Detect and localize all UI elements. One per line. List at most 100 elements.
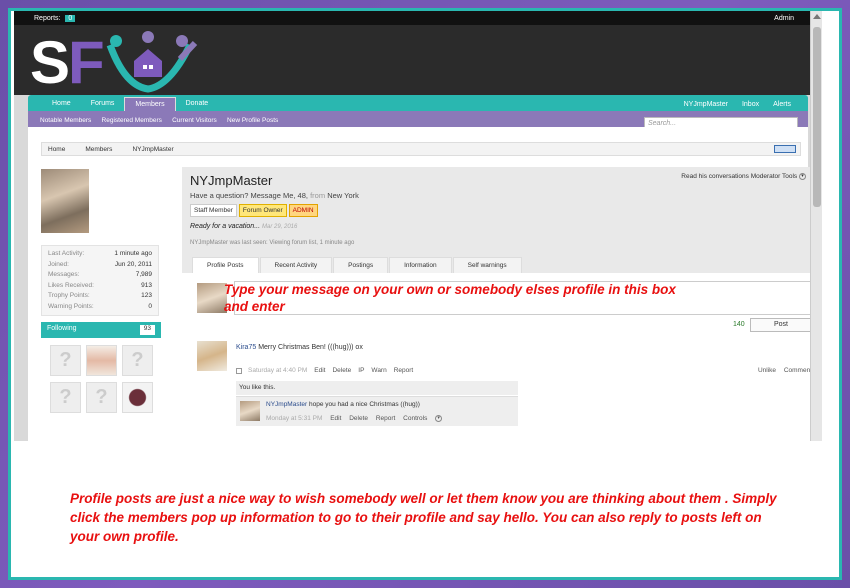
report-link[interactable]: Report [394,367,414,374]
nav-alerts-link[interactable]: Alerts [766,98,798,111]
followed-member-avatar[interactable]: ? [50,382,81,413]
tab-self-warnings[interactable]: Self warnings [452,257,522,273]
forum-owner-badge: Forum Owner [238,204,287,217]
nav-tab-donate[interactable]: Donate [176,97,219,111]
delete-link[interactable]: Delete [332,367,351,374]
admin-topbar: Reports: 0 Admin [14,11,822,25]
comment-edit-link[interactable]: Edit [330,415,341,422]
nav-tab-members[interactable]: Members [124,97,176,111]
breadcrumb: Home Members NYJmpMaster [41,142,801,156]
following-header[interactable]: Following 93 [41,322,161,338]
followed-member-avatar[interactable] [122,382,153,413]
chevron-down-icon[interactable]: ▾ [799,173,806,180]
comment-link[interactable]: Comment [784,367,812,374]
admin-badge: ADMIN [288,204,318,217]
following-label: Following [47,325,77,332]
profile-location-link[interactable]: New York [327,191,359,200]
stat-label: Trophy Points: [48,292,90,299]
reports-link[interactable]: Reports: 0 [34,14,76,22]
unlike-link[interactable]: Unlike [758,367,776,374]
comment-text: hope you had a nice Christmas ((hug)) [309,401,420,408]
site-logo[interactable]: S F [30,31,200,93]
following-grid: ? ? ? ? [50,345,160,413]
profile-subtitle: Have a question? Message Me, 48, from Ne… [190,191,359,200]
comment-message: NYJmpMaster hope you had a nice Christma… [266,401,420,408]
scroll-up-arrow-icon[interactable] [813,14,821,19]
nav-tab-forums[interactable]: Forums [81,97,125,111]
external-link-icon[interactable] [774,145,796,153]
subnav-current-visitors[interactable]: Current Visitors [172,117,217,124]
nav-inbox-link[interactable]: Inbox [735,98,766,111]
member-stats: Last Activity: 1 minute ago Joined: Jun 20… [41,245,159,316]
comment-delete-link[interactable]: Delete [349,415,368,422]
annotation-note: Type your message on your own or somebod… [224,282,676,314]
comment-actions: Monday at 5:31 PM Edit Delete Report Con… [266,415,448,422]
post-author-link[interactable]: Kira75 [236,344,256,351]
profile-name: NYJmpMaster [190,173,273,188]
vertical-scrollbar[interactable] [810,11,822,441]
status-text: Ready for a vacation... [190,223,261,230]
subnav-new-profile-posts[interactable]: New Profile Posts [227,117,278,124]
last-seen-text: NYJmpMaster was last seen: Viewing forum… [190,240,355,246]
char-counter: 140 [733,321,745,328]
followed-member-avatar[interactable]: ? [86,382,117,413]
likes-summary: You like this. [236,381,518,395]
comment-controls-link[interactable]: Controls [403,415,427,422]
admin-user-link[interactable]: Admin [774,15,794,22]
stat-value[interactable]: 7,989 [136,270,152,281]
stat-value: 1 minute ago [114,250,152,257]
profile-header: NYJmpMaster Have a question? Message Me,… [182,167,812,273]
forum-screenshot: Reports: 0 Admin S F Home Forums Members… [14,11,822,441]
read-conversations-link[interactable]: Read his conversations [681,173,749,180]
stat-value[interactable]: 123 [141,291,152,302]
chevron-down-icon[interactable]: ▾ [435,415,443,422]
nav-tab-home[interactable]: Home [42,97,81,111]
moderator-tools-link[interactable]: Moderator Tools [751,173,798,180]
followed-member-avatar[interactable] [86,345,117,376]
post-author-avatar[interactable] [197,341,227,371]
nav-user-link[interactable]: NYJmpMaster [677,98,735,111]
post-button[interactable]: Post [750,318,812,332]
comment-time[interactable]: Monday at 5:31 PM [266,415,322,422]
profile-title-text: Have a question? Message Me, 48, [190,191,308,200]
followed-member-avatar[interactable]: ? [50,345,81,376]
comment-author-avatar[interactable] [240,401,260,421]
subnav-registered-members[interactable]: Registered Members [102,117,162,124]
comment-report-link[interactable]: Report [376,415,396,422]
post-actions: Saturday at 4:40 PM Edit Delete IP Warn … [236,367,420,374]
profile-from-label: from [310,191,326,200]
comment-author-link[interactable]: NYJmpMaster [266,401,307,408]
post-text: Merry Christmas Ben! (((hug))) ox [258,344,363,351]
tab-information[interactable]: Information [389,257,452,273]
composer-avatar[interactable] [197,283,227,313]
stat-label: Last Activity: [48,250,85,257]
site-header: S F [14,25,822,95]
breadcrumb-members[interactable]: Members [79,146,126,153]
tab-recent-activity[interactable]: Recent Activity [259,257,333,273]
subnav-notable-members[interactable]: Notable Members [40,117,91,124]
edit-link[interactable]: Edit [314,367,325,374]
stat-value: Jun 20, 2011 [114,260,152,268]
breadcrumb-current[interactable]: NYJmpMaster [126,146,187,153]
select-post-checkbox[interactable] [236,367,242,374]
comment-item: NYJmpMaster hope you had a nice Christma… [236,396,518,426]
breadcrumb-home[interactable]: Home [42,146,79,153]
ip-link[interactable]: IP [358,367,364,374]
svg-text:S: S [30,31,70,93]
staff-member-badge: Staff Member [190,204,237,217]
tab-postings[interactable]: Postings [333,257,389,273]
stat-value: 0 [148,302,152,310]
tab-profile-posts[interactable]: Profile Posts [192,257,259,273]
post-time[interactable]: Saturday at 4:40 PM [248,367,307,374]
reports-label: Reports: [34,14,61,22]
stat-label: Messages: [48,271,80,278]
scrollbar-thumb[interactable] [813,27,821,207]
following-count: 93 [139,325,155,335]
stat-value[interactable]: 913 [141,281,152,292]
profile-status: Ready for a vacation... Mar 29, 2016 [190,223,297,230]
warn-link[interactable]: Warn [371,367,386,374]
stat-label: Warning Points: [48,302,94,310]
status-date[interactable]: Mar 29, 2016 [262,224,297,230]
followed-member-avatar[interactable]: ? [122,345,153,376]
profile-avatar[interactable] [41,169,89,233]
